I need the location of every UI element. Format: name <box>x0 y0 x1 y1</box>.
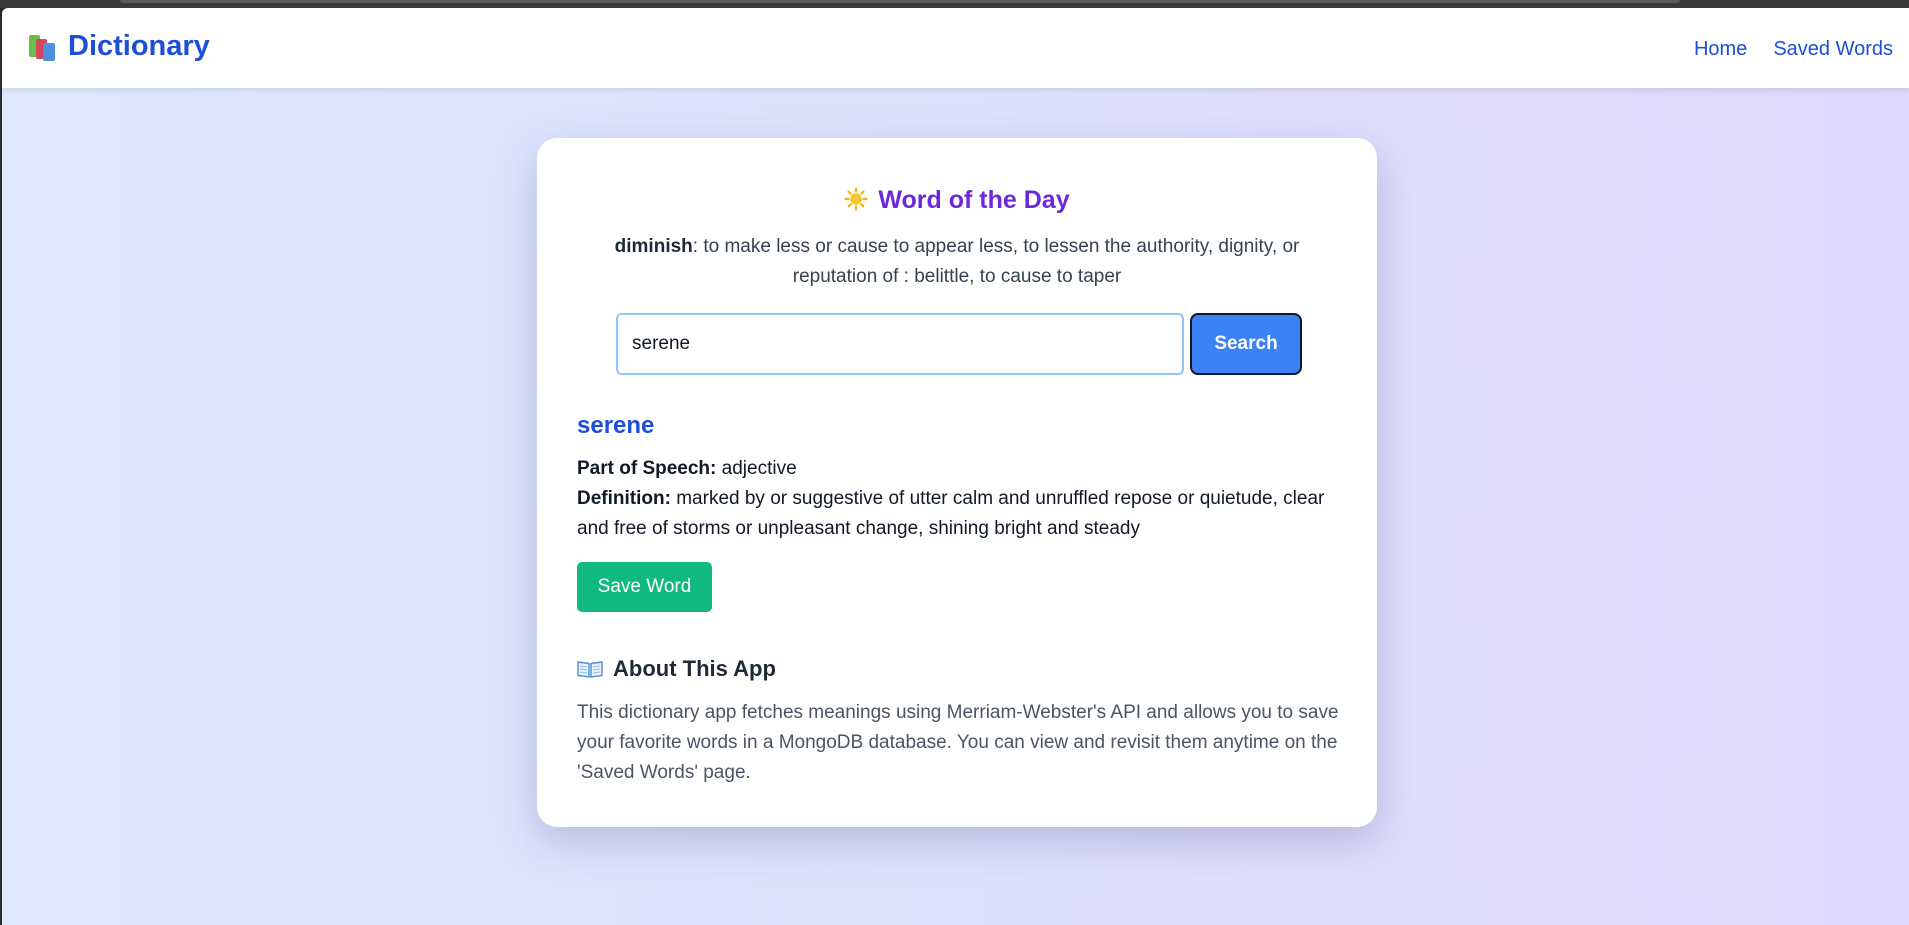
navbar: Dictionary Home Saved Words <box>2 8 1909 88</box>
sun-icon <box>844 187 868 211</box>
word-of-the-day-heading: Word of the Day <box>537 186 1377 215</box>
about-text: This dictionary app fetches meanings usi… <box>577 702 1339 783</box>
result-word: serene <box>577 412 655 439</box>
brand-title[interactable]: Dictionary <box>68 30 210 63</box>
about-heading: About This App <box>577 656 776 682</box>
part-of-speech-row: Part of Speech: adjective <box>577 454 1347 484</box>
browser-tab-bar <box>120 0 1680 3</box>
result-details: Part of Speech: adjective Definition: ma… <box>577 454 1347 544</box>
open-book-icon <box>577 661 603 678</box>
app-window: Dictionary Home Saved Words Word of the … <box>2 8 1909 925</box>
word-of-the-day-definition: : to make less or cause to appear less, … <box>692 236 1300 287</box>
word-of-the-day-title: Word of the Day <box>878 186 1070 214</box>
search-button[interactable]: Search <box>1190 313 1302 375</box>
word-of-the-day-text: diminish: to make less or cause to appea… <box>577 232 1337 292</box>
brand[interactable]: Dictionary <box>26 30 210 63</box>
nav-link-home[interactable]: Home <box>1694 38 1747 61</box>
part-of-speech-label: Part of Speech: <box>577 458 717 479</box>
nav-links: Home Saved Words <box>1694 38 1893 61</box>
browser-top-strip <box>0 0 1909 8</box>
main-card: Word of the Day diminish: to make less o… <box>537 138 1377 827</box>
word-of-the-day-word: diminish <box>614 236 693 257</box>
part-of-speech-value: adjective <box>721 458 797 479</box>
save-word-button[interactable]: Save Word <box>577 562 712 612</box>
nav-link-saved-words[interactable]: Saved Words <box>1773 38 1893 61</box>
about-title: About This App <box>613 656 776 681</box>
books-icon <box>26 31 58 63</box>
search-input[interactable] <box>616 313 1184 375</box>
definition-label: Definition: <box>577 488 671 509</box>
definition-row: Definition: marked by or suggestive of u… <box>577 484 1347 544</box>
definition-value: marked by or suggestive of utter calm an… <box>577 488 1325 539</box>
